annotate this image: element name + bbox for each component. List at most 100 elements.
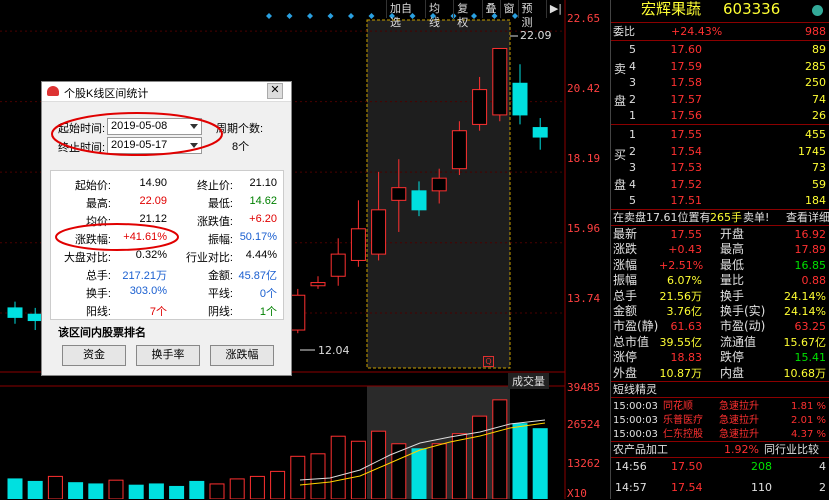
quote-stat-label: 外盘 bbox=[613, 365, 638, 380]
volume-bar bbox=[492, 399, 508, 499]
buys-level-row[interactable]: 2 17.54 1745 bbox=[611, 144, 829, 159]
sells-level-row[interactable]: 5 17.60 89 bbox=[611, 42, 829, 57]
toolbar-window[interactable]: 窗 bbox=[499, 0, 518, 18]
sells-level-row[interactable]: 4 17.59 285 bbox=[611, 59, 829, 74]
stat-value: 7个 bbox=[149, 306, 167, 318]
quote-stat-value: 10.87万 bbox=[659, 366, 703, 380]
level-number: 5 bbox=[629, 43, 636, 56]
elf-item[interactable]: 15:00:03 仁东控股 急速拉升 4.37 % bbox=[611, 427, 829, 442]
toolbar-adjust[interactable]: 复权 bbox=[453, 0, 481, 29]
order-side: 卖单! bbox=[743, 211, 770, 224]
rank-by-change-button[interactable]: 涨跌幅 bbox=[210, 345, 274, 366]
detail-link[interactable]: 查看详细 bbox=[786, 210, 829, 225]
close-icon[interactable]: ✕ bbox=[267, 83, 283, 99]
candle-body[interactable] bbox=[472, 89, 488, 125]
quote-stat-row: 外盘 10.87万 内盘 10.68万 bbox=[611, 366, 829, 381]
quote-stat-label: 换手(实) bbox=[720, 304, 766, 318]
quote-stat-label: 涨停 bbox=[613, 350, 638, 365]
dialog-titlebar[interactable]: 个股K线区间统计 ✕ bbox=[42, 82, 291, 102]
candle-body[interactable] bbox=[411, 190, 427, 211]
candle-body[interactable] bbox=[512, 82, 528, 116]
stat-value: +6.20 bbox=[249, 213, 277, 225]
stat-label: 阳线: bbox=[85, 306, 111, 318]
quote-stat-label: 最高 bbox=[720, 242, 745, 257]
volume-bar bbox=[512, 423, 528, 499]
level-number: 4 bbox=[629, 59, 636, 73]
volume-tick: X10 bbox=[567, 487, 587, 500]
stat-label: 阴线: bbox=[207, 306, 233, 318]
event-diamond-icon[interactable] bbox=[266, 13, 272, 19]
event-diamond-icon[interactable] bbox=[348, 13, 354, 19]
stat-value: 0个 bbox=[259, 288, 277, 300]
candle-body[interactable] bbox=[451, 130, 467, 170]
weibi-label: 委比 bbox=[613, 25, 635, 38]
buys-level-row[interactable]: 3 17.53 73 bbox=[611, 160, 829, 175]
candle-body[interactable] bbox=[350, 228, 366, 261]
candle-body[interactable] bbox=[431, 177, 447, 192]
toolbar-add-favorite[interactable]: 加自选 bbox=[386, 0, 425, 29]
quote-stat-label: 换手 bbox=[720, 288, 745, 303]
volume-bar bbox=[472, 415, 488, 499]
candle-body[interactable] bbox=[330, 253, 346, 277]
buys-level-row[interactable]: 4 17.52 59 bbox=[611, 177, 829, 192]
industry-change: 1.92% bbox=[724, 443, 759, 456]
volume-bar bbox=[330, 435, 346, 499]
volume-bar bbox=[7, 478, 23, 499]
rank-section-title: 该区间内股票排名 bbox=[58, 327, 146, 339]
candle-body[interactable] bbox=[492, 47, 508, 116]
toolbar-pin-icon[interactable]: ▶| bbox=[545, 0, 565, 18]
elf-stock: 乐普医疗 bbox=[663, 415, 703, 426]
quote-stat-row: 涨幅 +2.51% 最低 16.85 bbox=[611, 258, 829, 273]
rank-by-turnover-button[interactable]: 换手率 bbox=[136, 345, 200, 366]
level-volume: 1745 bbox=[798, 144, 826, 158]
quote-stat-row: 金额 3.76亿 换手(实) 24.14% bbox=[611, 304, 829, 319]
weibi-row: 委比 +24.43% 988 bbox=[611, 24, 829, 39]
toolbar-overlay[interactable]: 叠 bbox=[481, 0, 500, 18]
quote-stat-label: 最新 bbox=[613, 227, 638, 241]
quote-stat-label: 总市值 bbox=[613, 334, 650, 349]
order-note: 在卖盘17.61位置有 bbox=[613, 211, 711, 224]
quote-stat-value: 17.55 bbox=[670, 228, 703, 241]
volume-indicator-label[interactable]: 成交量 bbox=[508, 373, 549, 389]
stat-row: 总手: 217.21万 金额: 45.87亿 bbox=[51, 265, 283, 282]
elf-item[interactable]: 15:00:03 同花顺 急速拉升 1.81 % bbox=[611, 399, 829, 414]
toolbar-moving-average[interactable]: 均线 bbox=[424, 0, 453, 29]
candle-body[interactable] bbox=[532, 127, 548, 138]
level-number: 3 bbox=[629, 76, 636, 89]
toolbar-predict[interactable]: 预测 bbox=[517, 0, 546, 29]
event-diamond-icon[interactable] bbox=[286, 13, 293, 19]
volume-bar bbox=[209, 483, 225, 499]
event-diamond-icon[interactable] bbox=[368, 13, 375, 19]
high-price-label: 22.09 bbox=[520, 29, 552, 42]
industry-row: 农产品加工 1.92% 同行业比较 bbox=[611, 442, 829, 457]
quote-stat-label: 跌停 bbox=[720, 350, 745, 365]
candle-body[interactable] bbox=[310, 282, 326, 287]
sells-level-row[interactable]: 1 17.56 26 bbox=[611, 108, 829, 123]
stat-value: 50.17% bbox=[239, 231, 277, 243]
elf-action: 急速拉升 bbox=[719, 429, 759, 440]
range-q-marker[interactable]: Q bbox=[483, 356, 494, 367]
industry-compare-button[interactable]: 同行业比较 bbox=[764, 442, 819, 457]
level-volume: 74 bbox=[812, 92, 826, 106]
candle-body[interactable] bbox=[7, 307, 23, 318]
divider bbox=[611, 22, 829, 23]
volume-bar bbox=[148, 483, 164, 499]
elf-time: 15:00:03 bbox=[613, 401, 658, 412]
candle-body[interactable] bbox=[371, 209, 387, 255]
event-diamond-icon[interactable] bbox=[307, 13, 313, 19]
event-diamond-icon[interactable] bbox=[327, 13, 334, 19]
tick-price: 17.50 bbox=[671, 460, 703, 473]
elf-percent: 2.01 % bbox=[791, 415, 826, 426]
buys-level-row[interactable]: 5 17.51 184 bbox=[611, 193, 829, 208]
volume-bar bbox=[27, 480, 43, 499]
globe-icon[interactable] bbox=[812, 5, 823, 16]
rank-by-capital-button[interactable]: 资金 bbox=[62, 345, 126, 366]
candle-body[interactable] bbox=[290, 294, 306, 331]
sells-level-row[interactable]: 2 17.57 74 bbox=[611, 92, 829, 107]
elf-stock: 仁东控股 bbox=[663, 429, 703, 440]
sells-level-row[interactable]: 3 17.58 250 bbox=[611, 75, 829, 90]
buys-level-row[interactable]: 1 17.55 455 bbox=[611, 127, 829, 142]
candle-body[interactable] bbox=[391, 187, 407, 201]
volume-bar bbox=[431, 443, 447, 499]
elf-item[interactable]: 15:00:03 乐普医疗 急速拉升 2.01 % bbox=[611, 413, 829, 428]
